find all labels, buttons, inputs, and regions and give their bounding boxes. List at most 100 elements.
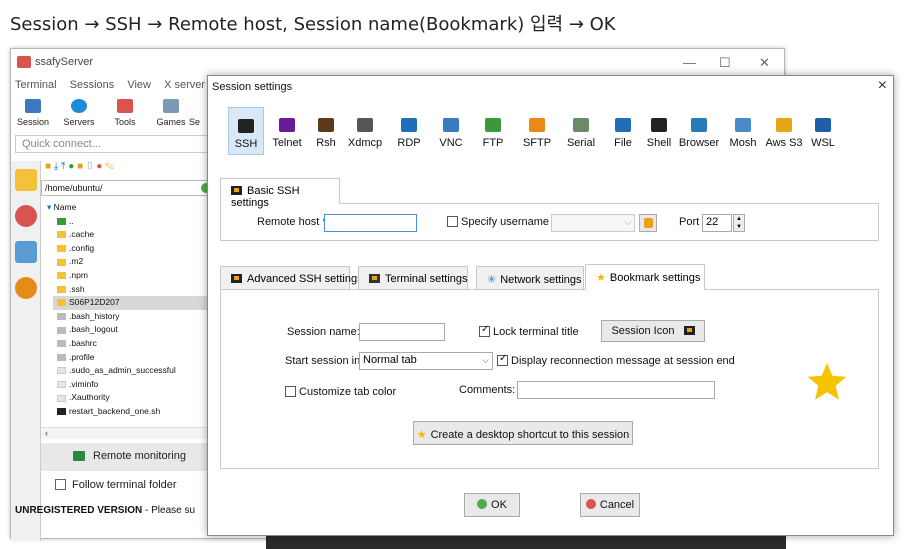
session-type-sftp[interactable]: SFTP [516,107,558,155]
session-name-label: Session name: [287,326,360,338]
port-label: Port [679,216,700,228]
maximize-icon[interactable]: ☐ [719,55,731,71]
toolbar-servers-button[interactable]: Servers [57,99,101,127]
session-type-vnc[interactable]: VNC [432,107,470,155]
session-type-aws-s3[interactable]: Aws S3 [764,107,804,155]
file-row[interactable]: .. [57,215,213,229]
edit-icon[interactable]: ✎ [105,161,114,172]
wsl-icon [815,118,831,132]
basic-ssh-panel: Remote host * Specify username ⌵ Port 22… [220,203,879,241]
file-row[interactable]: .bashrc [57,337,213,351]
file-row[interactable]: .m2 [57,255,213,269]
username-select[interactable]: ⌵ [551,214,635,232]
instruction-caption: Session → SSH → Remote host, Session nam… [10,14,616,35]
session-name-input[interactable] [359,323,445,341]
session-type-xdmcp[interactable]: Xdmcp [344,107,386,155]
checkbox-checked-icon [497,353,508,366]
session-type-telnet[interactable]: Telnet [268,107,306,155]
xdmcp-icon [357,118,373,132]
tab-advanced-ssh-settings[interactable]: Advanced SSH settings [220,266,363,290]
session-type-browser[interactable]: Browser [676,107,722,155]
session-type-ftp[interactable]: FTP [474,107,512,155]
menu-view[interactable]: View [127,79,151,91]
rsh-icon [318,118,334,132]
ok-button[interactable]: OK [464,493,520,517]
file-row[interactable]: .viminfo [57,378,213,392]
star-tab-icon[interactable] [14,169,37,191]
toolbar-games-button[interactable]: Games [149,99,193,127]
tab-terminal-settings[interactable]: Terminal settings [358,266,468,290]
session-type-shell[interactable]: Shell [646,107,672,155]
session-icon-button[interactable]: Session Icon [601,320,705,342]
left-vertical-tabs [11,161,41,541]
file-row[interactable]: restart_backend_one.sh [57,405,213,419]
macros-tab-icon[interactable] [14,241,37,263]
delete-icon[interactable]: ● [96,161,102,172]
session-type-serial[interactable]: Serial [562,107,600,155]
bookmark-star-icon [807,362,847,400]
tools-tab-icon[interactable] [14,205,37,227]
close-icon[interactable]: ✕ [759,55,770,71]
port-input[interactable]: 22 [702,214,732,232]
session-type-rdp[interactable]: RDP [390,107,428,155]
follow-terminal-checkbox[interactable]: Follow terminal folder [55,479,177,491]
session-icon [25,99,41,113]
session-type-mosh[interactable]: Mosh [726,107,760,155]
session-type-file[interactable]: File [604,107,642,155]
horizontal-scrollbar[interactable]: ‹ [41,427,215,439]
display-reconnection-checkbox[interactable]: Display reconnection message at session … [497,353,735,367]
tab-network-settings[interactable]: ✳ Network settings [476,266,584,290]
remote-host-input[interactable] [324,214,417,232]
download-icon[interactable]: ⤓ [54,161,58,172]
window-titlebar: ssafyServer — ☐ ✕ [11,49,784,77]
file-row[interactable]: S06P12D207 [53,296,213,310]
menu-terminal[interactable]: Terminal [15,79,57,91]
user-manager-button[interactable] [639,214,657,232]
path-field[interactable]: /home/ubuntu/ [41,180,211,196]
chevron-down-icon: ⌵ [624,217,631,227]
file-row[interactable]: .ssh [57,283,213,297]
file-icon [615,118,631,132]
remote-monitoring-button[interactable]: Remote monitoring [41,443,215,471]
specify-username-checkbox[interactable]: Specify username [447,216,549,228]
menu-sessions[interactable]: Sessions [70,79,115,91]
customize-tab-color-checkbox[interactable]: Customize tab color [285,386,396,398]
cancel-button[interactable]: Cancel [580,493,640,517]
minimize-icon[interactable]: — [683,55,696,70]
menu-bar: Terminal Sessions View X server T [15,79,235,91]
folder-icon[interactable]: ■ [45,161,51,172]
file-row[interactable]: .bash_logout [57,323,213,337]
toolbar-tools-button[interactable]: Tools [103,99,147,127]
port-spinner[interactable]: ▲ ▼ [733,214,745,232]
new-file-icon[interactable]: ▯ [86,161,94,172]
file-row[interactable]: .config [57,242,213,256]
menu-x-server[interactable]: X server [164,79,205,91]
file-row[interactable]: .sudo_as_admin_successful [57,364,213,378]
create-desktop-shortcut-button[interactable]: ★ Create a desktop shortcut to this sessi… [413,421,633,445]
start-session-label: Start session in [285,355,361,367]
session-type-rsh[interactable]: Rsh [310,107,342,155]
lock-terminal-title-checkbox[interactable]: Lock terminal title [479,324,579,338]
start-session-select[interactable]: Normal tab ⌵ [359,352,493,370]
terminal-icon [231,274,242,283]
session-type-wsl[interactable]: WSL [808,107,838,155]
refresh-icon[interactable]: ● [68,161,74,172]
file-row[interactable]: .npm [57,269,213,283]
sftp-tab-icon[interactable] [14,277,37,299]
upload-icon[interactable]: ⤒ [61,161,65,172]
quick-connect-input[interactable]: Quick connect... [15,135,215,153]
terminal-icon [231,186,242,195]
file-row[interactable]: .cache [57,228,213,242]
file-list-header[interactable]: ▾ Name [47,201,213,215]
file-row[interactable]: .profile [57,351,213,365]
toolbar-session-button[interactable]: Session [11,99,55,127]
tools-icon [117,99,133,113]
dialog-close-icon[interactable]: × [878,77,887,95]
tab-bookmark-settings[interactable]: ★ Bookmark settings [585,264,705,290]
new-folder-icon[interactable]: ■ [77,161,83,172]
file-row[interactable]: .bash_history [57,310,213,324]
tab-basic-ssh-settings[interactable]: Basic SSH settings [220,178,340,209]
file-row[interactable]: .Xauthority [57,391,213,405]
session-type-ssh[interactable]: SSH [228,107,264,155]
comments-input[interactable] [517,381,715,399]
